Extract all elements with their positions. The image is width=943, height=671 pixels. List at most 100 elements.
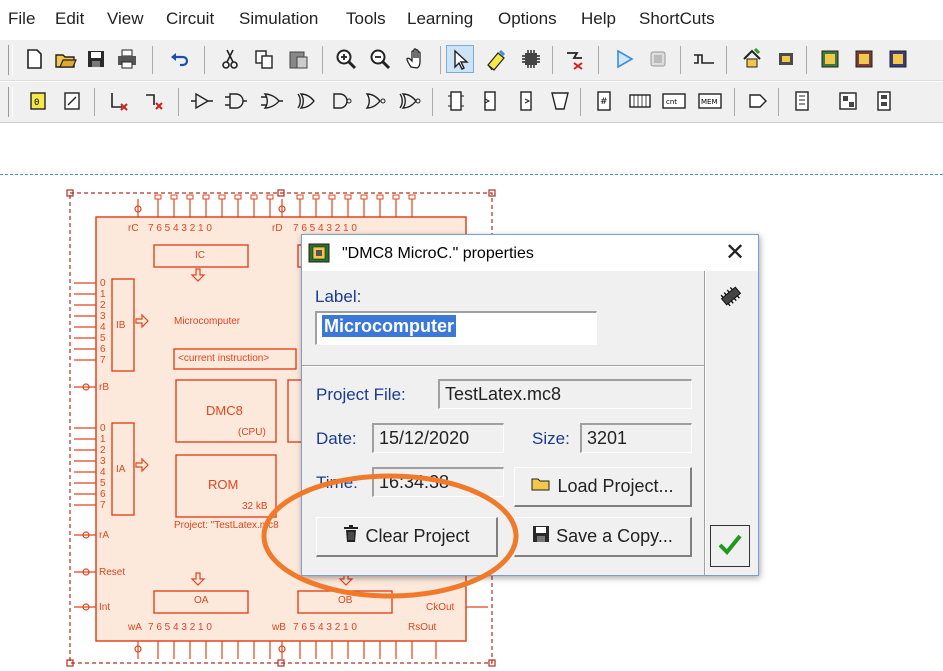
menu-learning[interactable]: Learning bbox=[407, 9, 473, 29]
current-instruction-label: <current instruction> bbox=[178, 353, 270, 364]
size-caption: Size: bbox=[532, 429, 570, 448]
nor-gate-icon[interactable] bbox=[362, 87, 390, 115]
home-chip-icon[interactable] bbox=[738, 45, 766, 73]
chip-edit-icon[interactable] bbox=[517, 45, 545, 73]
copy-icon[interactable] bbox=[250, 45, 278, 73]
ckout-pin-label: CkOut bbox=[426, 602, 455, 613]
logic-icon-2[interactable] bbox=[58, 87, 86, 115]
toolbar-separator bbox=[778, 88, 779, 116]
logic-icon-1[interactable]: 0 bbox=[24, 87, 52, 115]
display-icon[interactable] bbox=[744, 87, 772, 115]
flipflop-icon-4[interactable] bbox=[546, 87, 574, 115]
zoom-in-icon[interactable] bbox=[332, 45, 360, 73]
menu-options[interactable]: Options bbox=[498, 9, 557, 29]
toolbar-separator bbox=[178, 88, 179, 116]
pan-hand-icon[interactable] bbox=[402, 45, 430, 73]
bottom-bits-right: 7 6 5 4 3 2 1 0 bbox=[293, 622, 357, 633]
menu-bar: File Edit View Circuit Simulation Tools … bbox=[0, 0, 943, 38]
zoom-out-icon[interactable] bbox=[366, 45, 394, 73]
nand-gate-icon[interactable] bbox=[328, 87, 356, 115]
register-icon[interactable] bbox=[626, 87, 654, 115]
run-icon[interactable] bbox=[610, 45, 638, 73]
and-gate-icon[interactable] bbox=[222, 87, 250, 115]
menu-view[interactable]: View bbox=[107, 9, 144, 29]
menu-shortcuts[interactable]: ShortCuts bbox=[639, 9, 715, 29]
menu-simulation[interactable]: Simulation bbox=[239, 9, 318, 29]
mem-icon[interactable]: MEM bbox=[696, 87, 724, 115]
menu-tools[interactable]: Tools bbox=[346, 9, 386, 29]
counter-icon[interactable]: # bbox=[590, 87, 618, 115]
xnor-gate-icon[interactable] bbox=[396, 87, 424, 115]
ic-icon[interactable] bbox=[870, 87, 898, 115]
delete-pin-icon[interactable] bbox=[140, 87, 168, 115]
open-folder-icon[interactable] bbox=[51, 45, 79, 73]
menu-circuit[interactable]: Circuit bbox=[166, 9, 214, 29]
ok-button[interactable] bbox=[710, 525, 750, 567]
ib-block-label: IB bbox=[116, 320, 126, 331]
chip-d-icon[interactable] bbox=[884, 45, 912, 73]
select-arrow-icon[interactable] bbox=[446, 45, 474, 73]
print-icon[interactable] bbox=[113, 45, 141, 73]
dialog-title-bar[interactable]: "DMC8 MicroC." properties ✕ bbox=[302, 235, 758, 271]
label-input-value: Microcomputer bbox=[322, 315, 457, 337]
folder-icon bbox=[531, 476, 551, 497]
flipflop-icon-3[interactable] bbox=[512, 87, 540, 115]
xor-gate-icon[interactable] bbox=[292, 87, 320, 115]
chip-a-icon[interactable] bbox=[772, 45, 800, 73]
toolbar-separator bbox=[680, 46, 681, 74]
save-icon[interactable] bbox=[82, 45, 110, 73]
or-gate-icon[interactable] bbox=[258, 87, 286, 115]
new-file-icon[interactable] bbox=[20, 45, 48, 73]
paste-icon[interactable] bbox=[284, 45, 312, 73]
keypad-icon[interactable] bbox=[834, 87, 862, 115]
menu-edit[interactable]: Edit bbox=[55, 9, 84, 29]
ib-pin-3: 3 bbox=[100, 311, 106, 322]
menu-help[interactable]: Help bbox=[581, 9, 616, 29]
toolbar-separator bbox=[152, 46, 153, 74]
rom-label: ROM bbox=[208, 477, 239, 492]
chip-b-icon[interactable] bbox=[816, 45, 844, 73]
cpu-sub-label: (CPU) bbox=[238, 427, 266, 438]
rc-pin-label: rC bbox=[128, 223, 139, 234]
load-project-button[interactable]: Load Project... bbox=[514, 467, 692, 507]
save-icon bbox=[532, 525, 550, 548]
chip-pencil-icon bbox=[718, 283, 744, 309]
flipflop-icon-1[interactable] bbox=[442, 87, 470, 115]
toolbar-grip[interactable] bbox=[8, 45, 13, 75]
rb-pin-label: rB bbox=[99, 382, 109, 393]
ib-pin-2: 2 bbox=[100, 300, 106, 311]
chip-c-icon[interactable] bbox=[850, 45, 878, 73]
ia-pin-3: 3 bbox=[100, 456, 106, 467]
close-button[interactable]: ✕ bbox=[716, 239, 754, 269]
delete-wire-icon[interactable] bbox=[104, 87, 132, 115]
save-copy-button[interactable]: Save a Copy... bbox=[514, 517, 692, 557]
svg-text:0: 0 bbox=[34, 98, 39, 108]
decoder-icon[interactable] bbox=[788, 87, 816, 115]
dialog-title: "DMC8 MicroC." properties bbox=[342, 245, 534, 262]
toolbar-grip[interactable] bbox=[8, 87, 13, 117]
cut-icon[interactable] bbox=[216, 45, 244, 73]
ra-pin-label: rA bbox=[99, 530, 109, 541]
main-toolbar bbox=[0, 40, 943, 81]
stop-icon[interactable] bbox=[644, 45, 672, 73]
undo-icon[interactable] bbox=[165, 45, 193, 73]
menu-file[interactable]: File bbox=[8, 9, 35, 29]
wb-pin-label: wB bbox=[272, 622, 286, 633]
ia-pin-6: 6 bbox=[100, 489, 106, 500]
wire-probe-icon[interactable] bbox=[562, 45, 590, 73]
ib-pin-6: 6 bbox=[100, 344, 106, 355]
highlight-annotation bbox=[260, 470, 520, 602]
cnt-icon[interactable]: cnt bbox=[660, 87, 688, 115]
label-input[interactable]: Microcomputer bbox=[315, 311, 597, 345]
toolbar-separator bbox=[440, 46, 441, 74]
toolbar-separator bbox=[552, 46, 553, 74]
label-caption: Label: bbox=[315, 287, 362, 306]
date-caption: Date: bbox=[316, 429, 357, 448]
signal-icon[interactable] bbox=[690, 45, 718, 73]
buffer-gate-icon[interactable] bbox=[188, 87, 216, 115]
load-project-label: Load Project... bbox=[557, 476, 674, 496]
flipflop-icon-2[interactable] bbox=[476, 87, 504, 115]
save-copy-label: Save a Copy... bbox=[556, 526, 673, 546]
eraser-icon[interactable] bbox=[482, 45, 510, 73]
component-toolbar: 0 # cnt MEM bbox=[0, 82, 943, 123]
